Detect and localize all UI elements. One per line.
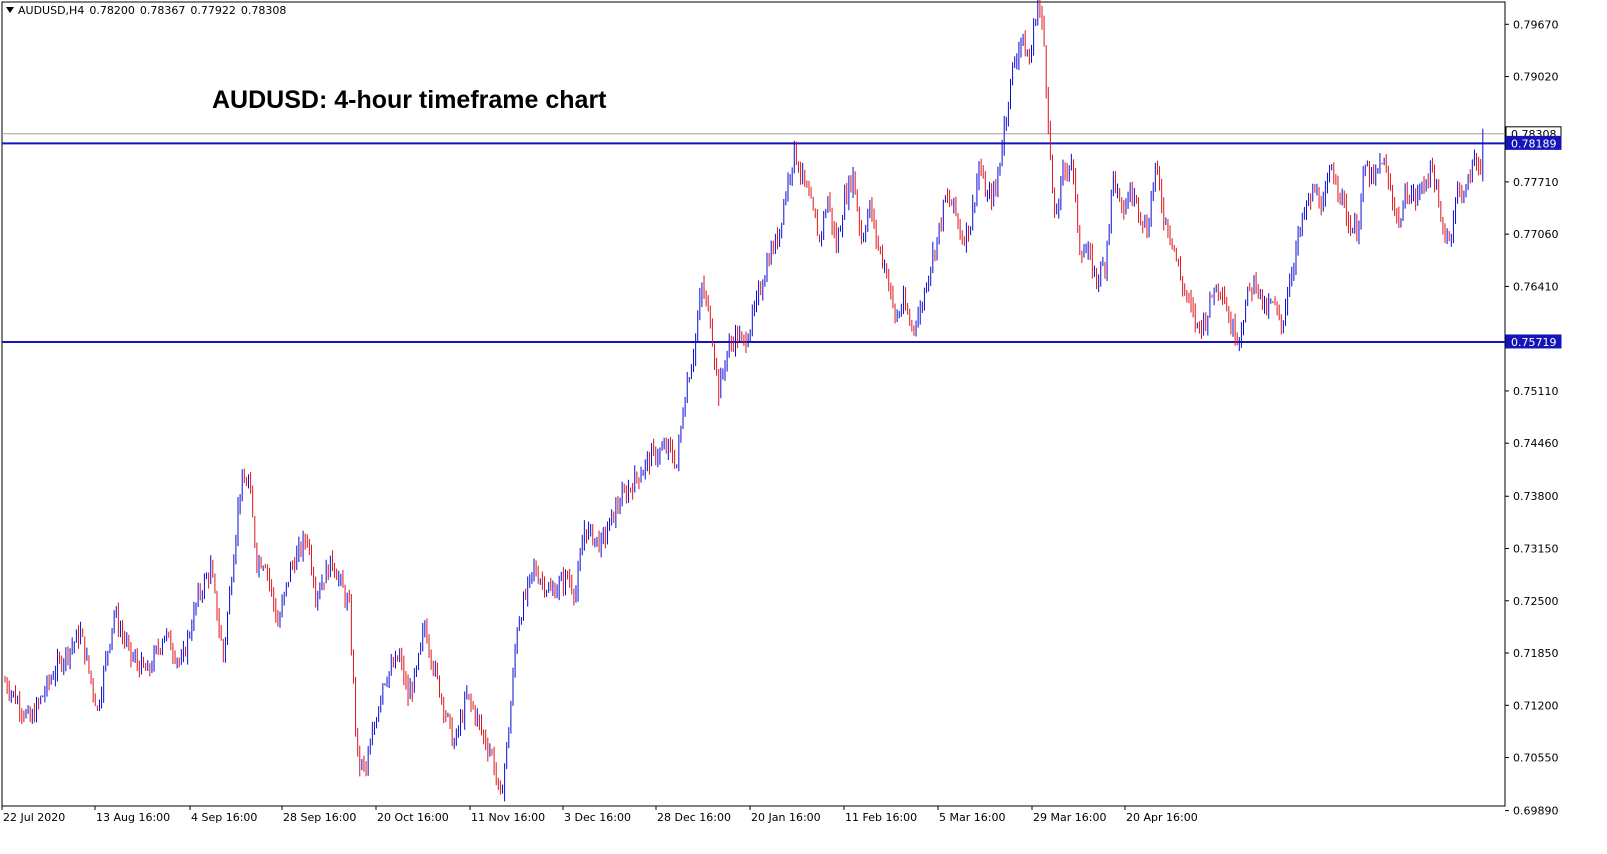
y-tick-label-5: 0.76410 bbox=[1513, 280, 1559, 293]
x-tick-label-1: 13 Aug 16:00 bbox=[96, 811, 170, 824]
high-value: 0.78367 bbox=[139, 4, 186, 17]
level-0-label: 0.78189 bbox=[1511, 137, 1557, 150]
open-value: 0.78200 bbox=[89, 4, 135, 17]
low-value: 0.77922 bbox=[190, 4, 236, 17]
x-tick-label-8: 20 Jan 16:00 bbox=[751, 811, 821, 824]
x-tick-label-0: 22 Jul 2020 bbox=[3, 811, 65, 824]
y-tick-label-7: 0.74460 bbox=[1513, 437, 1559, 450]
y-tick-label-12: 0.71200 bbox=[1513, 699, 1559, 712]
x-tick-label-6: 3 Dec 16:00 bbox=[564, 811, 631, 824]
symbol-label: AUDUSD,H4 bbox=[18, 4, 85, 17]
x-tick-label-5: 11 Nov 16:00 bbox=[471, 811, 545, 824]
ohlc-header: AUDUSD,H4 0.78200 0.78367 0.77922 0.78308 bbox=[6, 4, 291, 17]
x-tick-label-4: 20 Oct 16:00 bbox=[377, 811, 449, 824]
candlestick-chart[interactable]: 0.803200.796700.790200.777100.770600.764… bbox=[0, 0, 1607, 850]
chart-area[interactable]: AUDUSD,H4 0.78200 0.78367 0.77922 0.78308 AU… bbox=[0, 0, 1607, 850]
y-tick-label-4: 0.77060 bbox=[1513, 228, 1559, 241]
x-tick-label-3: 28 Sep 16:00 bbox=[283, 811, 356, 824]
close-value: 0.78308 bbox=[240, 4, 287, 17]
y-tick-label-6: 0.75110 bbox=[1513, 385, 1559, 398]
chart-title: AUDUSD: 4-hour timeframe chart bbox=[212, 86, 607, 114]
x-tick-label-12: 20 Apr 16:00 bbox=[1126, 811, 1198, 824]
y-tick-label-2: 0.79020 bbox=[1513, 71, 1559, 84]
y-tick-label-3: 0.77710 bbox=[1513, 176, 1559, 189]
y-tick-label-14: 0.69890 bbox=[1513, 805, 1559, 818]
x-tick-label-7: 28 Dec 16:00 bbox=[657, 811, 731, 824]
dropdown-triangle-icon[interactable] bbox=[6, 7, 14, 13]
y-tick-label-11: 0.71850 bbox=[1513, 647, 1559, 660]
x-tick-label-11: 29 Mar 16:00 bbox=[1033, 811, 1106, 824]
y-tick-label-9: 0.73150 bbox=[1513, 543, 1559, 556]
plot-frame bbox=[1, 1, 1506, 807]
x-tick-label-9: 11 Feb 16:00 bbox=[845, 811, 917, 824]
x-tick-label-10: 5 Mar 16:00 bbox=[939, 811, 1005, 824]
level-1-label: 0.75719 bbox=[1511, 336, 1557, 349]
y-tick-label-8: 0.73800 bbox=[1513, 490, 1559, 503]
x-tick-label-2: 4 Sep 16:00 bbox=[191, 811, 257, 824]
y-tick-label-10: 0.72500 bbox=[1513, 595, 1559, 608]
y-tick-label-13: 0.70550 bbox=[1513, 752, 1559, 765]
y-tick-label-1: 0.79670 bbox=[1513, 18, 1559, 31]
